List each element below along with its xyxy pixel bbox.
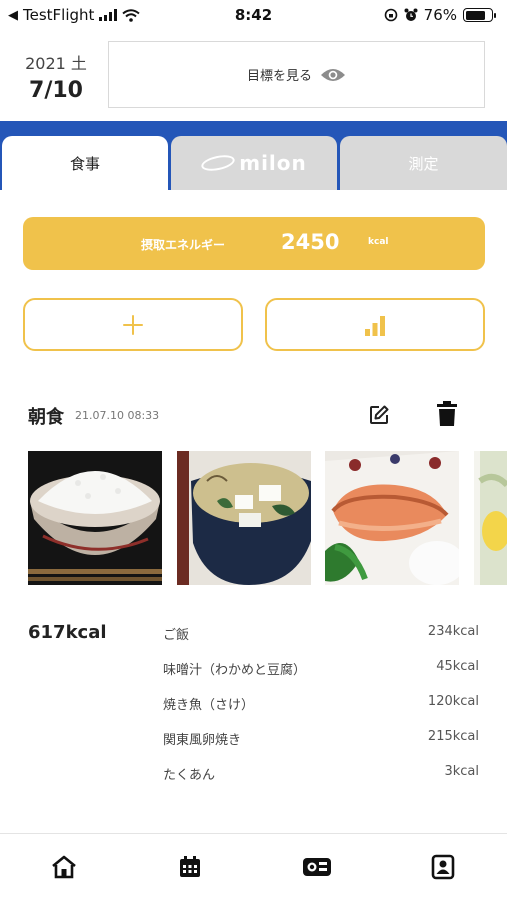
food-item-name: 関東風卵焼き — [163, 733, 242, 748]
milon-swoosh-icon — [200, 152, 237, 174]
status-back[interactable]: ◀ TestFlight — [8, 6, 141, 24]
view-goal-button[interactable]: 目標を見る — [108, 41, 485, 108]
energy-value: 2450 — [281, 230, 340, 254]
food-item-row[interactable]: ご飯 234kcal — [163, 624, 479, 644]
rice-bowl-photo[interactable] — [28, 451, 162, 585]
alarm-icon — [404, 8, 418, 21]
bottom-navigation — [0, 833, 507, 900]
stats-button[interactable] — [265, 298, 485, 351]
food-item-row[interactable]: たくあん 3kcal — [163, 764, 479, 784]
battery-icon — [463, 8, 496, 22]
meal-timestamp: 21.07.10 08:33 — [75, 409, 160, 422]
energy-unit: kcal — [368, 237, 389, 247]
grilled-salmon-photo[interactable] — [325, 451, 459, 585]
food-item-kcal: 120kcal — [427, 694, 479, 709]
meal-total-kcal: 617kcal — [28, 622, 107, 643]
status-bar: ◀ TestFlight 8:42 76% — [0, 0, 507, 32]
add-meal-button[interactable] — [23, 298, 243, 351]
miso-soup-photo[interactable] — [177, 451, 311, 585]
milon-logo: milon — [200, 151, 307, 175]
trash-icon — [437, 401, 457, 426]
food-item-name: 焼き魚（さけ） — [163, 698, 255, 713]
tab-milon-label: milon — [239, 151, 307, 175]
rotation-lock-icon — [384, 8, 397, 22]
edit-icon — [370, 405, 389, 424]
tab-meal-label: 食事 — [69, 154, 100, 173]
tab-measurement[interactable]: 測定 — [340, 136, 507, 190]
food-item-row[interactable]: 味噌汁（わかめと豆腐） 45kcal — [163, 659, 479, 679]
plus-icon — [123, 314, 143, 335]
nav-meal[interactable] — [302, 852, 332, 882]
tab-measurement-label: 測定 — [408, 154, 439, 173]
food-item-row[interactable]: 関東風卵焼き 215kcal — [163, 729, 479, 749]
food-item-name: ご飯 — [163, 628, 190, 643]
calendar-icon — [180, 856, 200, 877]
food-item-kcal: 234kcal — [427, 624, 479, 639]
wifi-icon — [122, 8, 141, 22]
energy-intake-banner: 摂取エネルギー 2450 kcal — [23, 217, 485, 270]
bar-chart-icon — [365, 315, 385, 336]
tab-milon[interactable]: milon — [171, 136, 337, 190]
delete-meal-button[interactable] — [432, 399, 462, 429]
eye-icon — [321, 68, 345, 81]
nav-home[interactable] — [49, 852, 79, 882]
home-icon — [52, 855, 76, 879]
tab-meal[interactable]: 食事 — [2, 136, 168, 190]
food-item-kcal: 3kcal — [444, 764, 479, 779]
nav-calendar[interactable] — [175, 852, 205, 882]
nav-profile[interactable] — [428, 852, 458, 882]
edit-meal-button[interactable] — [364, 400, 394, 430]
current-date: 7/10 — [29, 78, 83, 103]
battery-percentage: 76% — [423, 6, 457, 24]
food-item-kcal: 215kcal — [427, 729, 479, 744]
year-weekday: 2021 土 — [25, 54, 87, 73]
food-item-kcal: 45kcal — [436, 659, 479, 674]
meal-title: 朝食 — [28, 407, 64, 428]
food-item-name: 味噌汁（わかめと豆腐） — [163, 663, 307, 678]
date-display[interactable]: 2021 土 7/10 — [18, 50, 94, 103]
goal-button-label: 目標を見る — [246, 69, 312, 84]
back-arrow-icon: ◀ — [8, 7, 18, 23]
food-item-row[interactable]: 焼き魚（さけ） 120kcal — [163, 694, 479, 714]
energy-label: 摂取エネルギー — [141, 238, 226, 252]
back-app-label: TestFlight — [23, 6, 95, 24]
food-item-name: たくあん — [163, 768, 216, 783]
cellular-signal-icon — [99, 9, 118, 21]
profile-icon — [431, 854, 455, 880]
partial-dish-photo[interactable] — [474, 451, 507, 585]
meal-icon — [303, 858, 331, 876]
status-right: 76% — [384, 6, 496, 24]
